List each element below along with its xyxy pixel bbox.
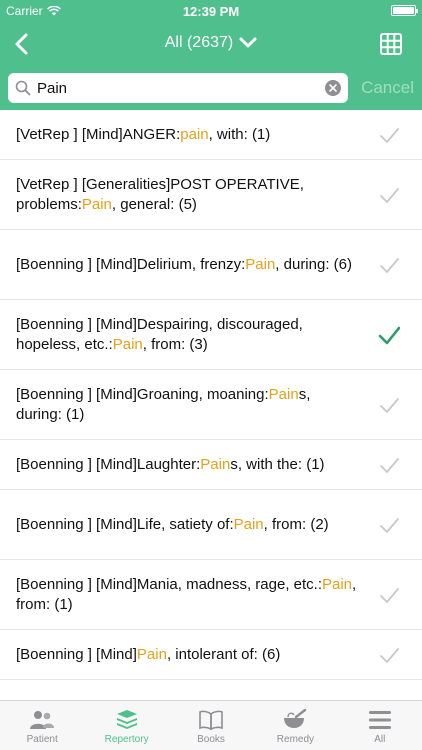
tab-label: All bbox=[374, 734, 386, 745]
tab-label: Books bbox=[197, 734, 225, 745]
clock: 12:39 PM bbox=[182, 4, 240, 19]
tab-label: Repertory bbox=[104, 734, 149, 745]
tab-all[interactable]: All bbox=[338, 701, 422, 750]
rubric-text: [Boenning ] [Mind]Life, satiety of:Pain,… bbox=[16, 515, 329, 533]
rubric-text: [Boenning ] [Mind]Laughter:Pains, with t… bbox=[16, 455, 325, 473]
clear-icon[interactable] bbox=[325, 80, 341, 96]
checkmark-icon[interactable] bbox=[378, 454, 400, 476]
list-item[interactable]: [VetRep ] [Generalities]POST OPERATIVE, … bbox=[0, 160, 422, 230]
match-highlight: Pain bbox=[200, 455, 231, 473]
match-highlight: Pain bbox=[233, 515, 264, 533]
rubric-text: [Boenning ] [Mind]Despairing, discourage… bbox=[16, 315, 303, 353]
list-item[interactable]: [Boenning ] [Mind]Life, satiety of:Pain,… bbox=[0, 490, 422, 560]
rubric-text: [Boenning ] [Mind]Groaning, moaning:Pain… bbox=[16, 385, 311, 423]
tab-label: Remedy bbox=[276, 734, 315, 745]
checkmark-icon[interactable] bbox=[378, 184, 400, 206]
rubric-text: [Boenning ] [Mind]Pain, intolerant of: (… bbox=[16, 645, 281, 663]
match-highlight: Pain bbox=[112, 335, 143, 353]
search-icon bbox=[15, 80, 31, 96]
match-highlight: Pain bbox=[136, 645, 167, 663]
grid-icon[interactable] bbox=[380, 33, 402, 55]
search-bar: Cancel bbox=[0, 66, 422, 110]
match-highlight: Pain bbox=[81, 195, 112, 213]
repertory-icon bbox=[116, 710, 137, 729]
results-list: [VetRep ] [Mind]ANGER:pain, with: (1) [V… bbox=[0, 110, 422, 700]
rubric-text: [Boenning ] [Mind]Mania, madness, rage, … bbox=[16, 575, 357, 613]
tab-label: Patient bbox=[26, 734, 58, 745]
menu-icon bbox=[368, 711, 391, 729]
rubric-text: [VetRep ] [Mind]ANGER:pain, with: (1) bbox=[16, 125, 271, 143]
list-item[interactable]: [VetRep ] [Mind]ANGER:pain, with: (1) bbox=[0, 110, 422, 160]
books-icon bbox=[199, 710, 223, 731]
tab-books[interactable]: Books bbox=[169, 701, 253, 750]
tab-patient[interactable]: Patient bbox=[0, 701, 84, 750]
list-item[interactable]: [Boenning ] [Mind]Pain, intolerant of: (… bbox=[0, 630, 422, 680]
cancel-button[interactable]: Cancel bbox=[361, 78, 414, 98]
list-item[interactable]: [Boenning ] [Mind]Laughter:Pains, with t… bbox=[0, 440, 422, 490]
chevron-down-icon bbox=[239, 37, 257, 48]
checkmark-icon[interactable] bbox=[378, 254, 400, 276]
search-field[interactable] bbox=[8, 73, 348, 103]
category-selector[interactable]: All (2637) bbox=[0, 34, 422, 52]
list-item[interactable]: [Boenning ] [Mind]Delirium, frenzy:Pain,… bbox=[0, 230, 422, 300]
match-highlight: Pain bbox=[245, 255, 276, 273]
rubric-text: [VetRep ] [Generalities]POST OPERATIVE, … bbox=[16, 175, 304, 213]
checkmark-icon[interactable] bbox=[378, 124, 400, 146]
patient-icon bbox=[30, 711, 55, 729]
match-highlight: Pain bbox=[268, 385, 299, 403]
list-item[interactable]: [Boenning ] [Mind]Groaning, moaning:Pain… bbox=[0, 370, 422, 440]
tab-remedy[interactable]: Remedy bbox=[253, 701, 337, 750]
search-input[interactable] bbox=[37, 78, 317, 98]
list-item[interactable]: [Boenning ] [Mind]Mania, madness, rage, … bbox=[0, 560, 422, 630]
remedy-icon bbox=[284, 709, 307, 728]
list-item[interactable]: [Boenning ] [Mind]Despairing, discourage… bbox=[0, 300, 422, 370]
tab-bar: Patient Repertory Books Remedy All bbox=[0, 700, 422, 750]
checkmark-icon[interactable] bbox=[378, 394, 400, 416]
status-bar: Carrier 12:39 PM bbox=[0, 0, 422, 22]
match-highlight: pain bbox=[180, 125, 209, 143]
nav-bar: All (2637) bbox=[0, 22, 422, 66]
checkmark-icon[interactable] bbox=[378, 584, 400, 606]
checkmark-icon[interactable] bbox=[378, 644, 400, 666]
battery-icon bbox=[391, 5, 418, 16]
checkmark-icon[interactable] bbox=[378, 514, 400, 536]
checkmark-icon-selected[interactable] bbox=[378, 324, 400, 346]
tab-repertory[interactable]: Repertory bbox=[84, 701, 168, 750]
nav-title: All (2637) bbox=[164, 34, 234, 51]
match-highlight: Pain bbox=[322, 575, 353, 593]
rubric-text: [Boenning ] [Mind]Delirium, frenzy:Pain,… bbox=[16, 255, 352, 273]
